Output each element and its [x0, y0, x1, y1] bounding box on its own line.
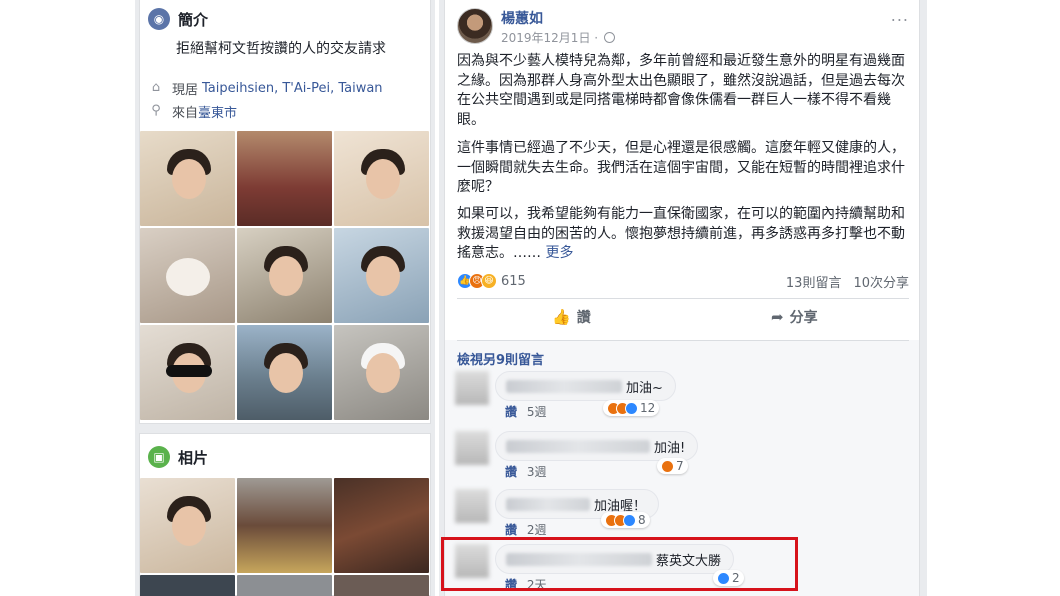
post-paragraph-3: 如果可以，我希望能夠有能力一直保衛國家，在可以的範圍內持續幫助和救援渴望自由的困… — [457, 206, 905, 261]
redacted-name — [506, 379, 622, 393]
featured-photo[interactable] — [140, 325, 235, 420]
comment-bubble: 加油~ — [495, 371, 676, 401]
like-button-label: 讚 — [576, 310, 591, 326]
comment-count[interactable]: 13則留言 — [786, 272, 842, 291]
featured-photo[interactable] — [237, 325, 332, 420]
comment-meta: 讚 5週 — [505, 403, 546, 420]
highlight-box — [441, 537, 798, 591]
comment-time[interactable]: 2週 — [527, 523, 547, 537]
photo-thumbnail[interactable] — [334, 478, 429, 573]
view-more-comments-link[interactable]: 檢視另9則留言 — [457, 349, 544, 368]
photos-icon: ▣ — [148, 446, 170, 468]
comment-text: 加油! — [654, 440, 686, 456]
intro-card: ◉ 簡介 拒絕幫柯文哲按讚的人的交友請求 ⌂ 現居 Taipeihsien, T… — [139, 0, 431, 424]
featured-photo[interactable] — [334, 228, 429, 323]
featured-photo[interactable] — [140, 228, 235, 323]
lives-in-link[interactable]: Taipeihsien, T'Ai-Pei, Taiwan — [202, 81, 383, 96]
angry-reaction-icon — [661, 459, 674, 473]
share-count[interactable]: 10次分享 — [853, 272, 909, 291]
from-row: ⚲ 來自 臺東市 — [148, 101, 237, 121]
like-reaction-icon — [625, 401, 638, 415]
divider — [457, 340, 909, 341]
comment-like-link[interactable]: 讚 — [505, 465, 517, 479]
featured-photo[interactable] — [334, 325, 429, 420]
comment-time[interactable]: 3週 — [527, 465, 547, 479]
haha-reaction-icon[interactable]: 😆 — [481, 273, 497, 289]
post-date[interactable]: 2019年12月1日 · — [501, 29, 598, 46]
featured-photo[interactable] — [140, 131, 235, 226]
comment-avatar[interactable] — [455, 431, 489, 465]
public-globe-icon — [604, 32, 616, 43]
redacted-name — [506, 439, 650, 453]
reactions-summary: 👍 😠 😆 615 13則留言 10次分享 — [457, 271, 909, 291]
thumbs-up-icon: 👍 — [552, 308, 571, 326]
comment-reaction-count: 8 — [638, 513, 646, 527]
photo-thumbnail[interactable] — [237, 575, 332, 596]
divider — [457, 298, 909, 299]
location-pin-icon: ⚲ — [151, 103, 161, 118]
photos-grid-row-2 — [140, 575, 430, 596]
author-name[interactable]: 楊蕙如 — [501, 8, 543, 28]
comment-time[interactable]: 5週 — [527, 405, 547, 419]
post-paragraph-1: 因為與不少藝人模特兒為鄰，多年前曾經和最近發生意外的明星有過幾面之緣。因為那群人… — [457, 53, 905, 128]
lives-in-row: ⌂ 現居 Taipeihsien, T'Ai-Pei, Taiwan — [148, 78, 383, 98]
comment-reactions[interactable]: 7 — [657, 458, 688, 474]
home-icon: ⌂ — [151, 80, 161, 95]
comment-reactions[interactable]: 12 — [603, 400, 660, 416]
like-reaction-icon — [623, 513, 636, 527]
comment-text: 加油~ — [626, 380, 663, 396]
intro-title: 簡介 — [178, 10, 209, 29]
intro-header: ◉ 簡介 — [148, 6, 208, 32]
comment-reactions[interactable]: 8 — [601, 512, 650, 528]
comment-reaction-count: 12 — [640, 401, 656, 415]
more-options-icon[interactable]: ... — [891, 6, 909, 25]
reaction-count[interactable]: 615 — [501, 274, 526, 289]
photo-thumbnail[interactable] — [140, 575, 235, 596]
from-prefix: 來自 — [172, 105, 199, 121]
share-button[interactable]: ➦ 分享 — [771, 303, 818, 331]
redacted-name — [506, 497, 590, 511]
comment-text: 加油喔！ — [594, 498, 647, 514]
featured-photo[interactable] — [237, 228, 332, 323]
comment-meta: 讚 2週 — [505, 521, 546, 538]
see-more-link[interactable]: 更多 — [545, 245, 573, 261]
post-card: 楊蕙如 2019年12月1日 · ... 因為與不少藝人模特兒為鄰，多年前曾經和… — [444, 0, 920, 596]
photo-thumbnail[interactable] — [237, 478, 332, 573]
share-button-label: 分享 — [789, 310, 818, 326]
lives-in-prefix: 現居 — [172, 82, 199, 98]
featured-photo-grid — [140, 131, 430, 420]
photo-thumbnail[interactable] — [334, 575, 429, 596]
comment-avatar[interactable] — [455, 371, 489, 405]
comment-avatar[interactable] — [455, 489, 489, 523]
share-arrow-icon: ➦ — [771, 308, 784, 326]
photos-header: ▣ 相片 — [148, 444, 208, 470]
intro-bio: 拒絕幫柯文哲按讚的人的交友請求 — [176, 41, 386, 57]
post-paragraph-3-wrap: 如果可以，我希望能夠有能力一直保衛國家，在可以的範圍內持續幫助和救援渴望自由的困… — [457, 205, 909, 264]
photos-card: ▣ 相片 — [139, 433, 431, 596]
comment-meta: 讚 3週 — [505, 463, 546, 480]
comment-like-link[interactable]: 讚 — [505, 405, 517, 419]
photos-grid — [140, 478, 430, 573]
featured-photo[interactable] — [237, 131, 332, 226]
comment-reaction-count: 7 — [676, 459, 684, 473]
comment-bubble: 加油! — [495, 431, 699, 461]
photos-title: 相片 — [178, 448, 209, 467]
comment-like-link[interactable]: 讚 — [505, 523, 517, 537]
post-meta: 2019年12月1日 · — [501, 29, 616, 46]
like-button[interactable]: 👍 讚 — [552, 303, 591, 331]
photo-thumbnail[interactable] — [140, 478, 235, 573]
featured-photo[interactable] — [334, 131, 429, 226]
author-avatar[interactable] — [457, 8, 493, 44]
globe-icon: ◉ — [148, 8, 170, 30]
post-paragraph-2: 這件事情已經過了不少天，但是心裡還是很感觸。這麼年輕又健康的人，一個瞬間就失去生… — [457, 140, 905, 195]
from-link[interactable]: 臺東市 — [198, 102, 237, 121]
